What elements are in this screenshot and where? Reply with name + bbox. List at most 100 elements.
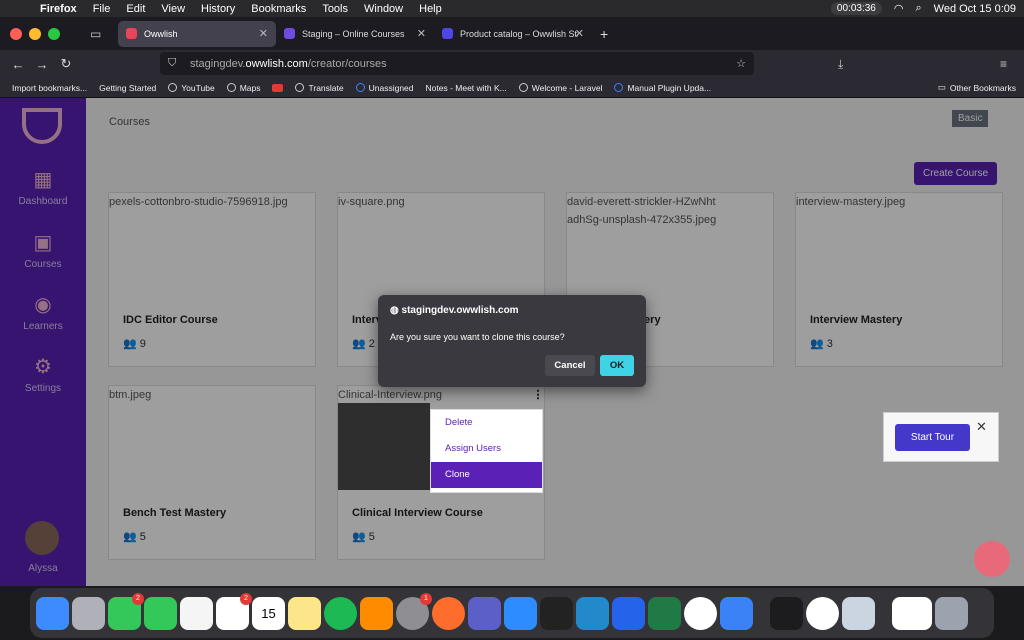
- close-tab-icon[interactable]: ✕: [417, 27, 426, 40]
- bookmark-label: Getting Started: [99, 82, 157, 93]
- trash-icon[interactable]: [935, 596, 968, 630]
- menu-tools[interactable]: Tools: [322, 3, 348, 15]
- start-tour-button[interactable]: Start Tour: [895, 424, 970, 451]
- web-viewport: ▦ Dashboard ▣ Courses ◉ Learners ⚙ Setti…: [0, 98, 1024, 586]
- url-prefix: stagingdev.: [190, 57, 246, 70]
- owl-icon: [355, 83, 365, 92]
- close-icon[interactable]: ✕: [976, 419, 987, 435]
- menu-item-assign-users[interactable]: Assign Users: [431, 436, 542, 462]
- menu-help[interactable]: Help: [419, 3, 442, 15]
- system-settings-icon[interactable]: 1: [396, 592, 432, 630]
- teamviewer-icon[interactable]: [806, 596, 839, 630]
- upwork-icon[interactable]: [540, 596, 573, 630]
- bookmark-item[interactable]: [272, 83, 284, 92]
- bookmark-item[interactable]: YouTube: [168, 83, 215, 93]
- close-window-button[interactable]: [10, 27, 22, 40]
- minimize-window-button[interactable]: [29, 27, 41, 40]
- chat-icon[interactable]: [974, 541, 1010, 577]
- tab-owwlish[interactable]: Owwlish ✕: [118, 20, 276, 47]
- catalog-favicon-icon: [442, 28, 453, 39]
- forward-arrow-icon[interactable]: →: [30, 57, 54, 72]
- url-bar[interactable]: stagingdev. owwlish.com/creator/courses ⛉…: [160, 52, 754, 75]
- menu-view[interactable]: View: [161, 3, 185, 15]
- bookmark-item[interactable]: Import bookmarks...: [12, 83, 87, 93]
- zoom-icon[interactable]: [504, 596, 537, 630]
- teams-icon[interactable]: [468, 596, 501, 630]
- macos-dock: 2 2 15 1: [30, 588, 994, 638]
- slack-icon[interactable]: 2: [216, 592, 252, 630]
- back-arrow-icon[interactable]: ←: [6, 57, 30, 72]
- bookmark-item[interactable]: Notes - Meet with K...: [426, 83, 507, 93]
- menu-file[interactable]: File: [93, 3, 111, 15]
- bookmark-item[interactable]: Unassigned: [355, 83, 414, 93]
- star-icon[interactable]: ☆: [736, 57, 746, 70]
- bookmark-label: Import bookmarks...: [12, 82, 88, 93]
- audio-icon[interactable]: [770, 596, 803, 630]
- zoom-window-button[interactable]: [48, 27, 60, 40]
- vlc-icon[interactable]: [360, 596, 393, 630]
- menu-app-name[interactable]: Firefox: [40, 3, 77, 15]
- finder-icon[interactable]: [36, 596, 69, 630]
- vscode-icon[interactable]: [576, 596, 609, 630]
- wifi-icon[interactable]: ◠: [894, 2, 904, 15]
- recording-timer[interactable]: 00:03:36: [830, 2, 882, 15]
- bookmark-item[interactable]: Translate: [295, 82, 344, 93]
- calendar-icon[interactable]: 15: [252, 596, 285, 630]
- browser-navbar: ← → ↻ stagingdev. owwlish.com/creator/cou…: [0, 50, 1024, 78]
- close-tab-icon[interactable]: ✕: [575, 27, 584, 40]
- menu-item-clone[interactable]: Clone: [431, 462, 542, 488]
- shield-icon[interactable]: ⛉: [168, 57, 176, 70]
- dialog-message: Are you sure you want to clone this cour…: [390, 332, 565, 342]
- tour-widget: Start Tour ✕: [883, 412, 999, 462]
- menu-item-delete[interactable]: Delete: [431, 410, 542, 436]
- bookmark-label: Translate: [308, 82, 344, 93]
- chrome-icon[interactable]: [684, 596, 717, 630]
- tasks-icon[interactable]: [720, 596, 753, 630]
- reload-icon[interactable]: ↻: [54, 56, 78, 72]
- messages-icon[interactable]: [144, 596, 177, 630]
- tab-product-catalog[interactable]: Product catalog – Owwlish Stag ✕: [434, 21, 592, 47]
- window-thumbnail[interactable]: [892, 596, 932, 630]
- other-bookmarks[interactable]: ▭ Other Bookmarks: [938, 82, 1016, 93]
- new-tab-icon[interactable]: +: [600, 26, 608, 42]
- notes-icon[interactable]: [288, 596, 321, 630]
- bookmark-item[interactable]: Getting Started: [99, 83, 156, 93]
- menu-edit[interactable]: Edit: [126, 3, 145, 15]
- globe-icon: [295, 83, 305, 92]
- facetime-icon[interactable]: 2: [108, 592, 144, 630]
- dialog-host: ◍ stagingdev.owwlish.com: [390, 305, 519, 316]
- globe-icon: ◍: [390, 305, 402, 316]
- url-path: /creator/courses: [307, 57, 387, 70]
- tab-staging[interactable]: Staging – Online Courses ✕: [276, 21, 434, 47]
- bookmark-item[interactable]: Maps: [226, 83, 260, 93]
- tab-overview-icon[interactable]: ▭: [90, 27, 110, 41]
- search-icon[interactable]: ⌕: [915, 2, 921, 15]
- launchpad-icon[interactable]: [72, 596, 105, 630]
- status-area: 00:03:36 ◠ ⌕ Wed Oct 15 0:09: [830, 0, 1016, 17]
- preview-icon[interactable]: [842, 596, 875, 630]
- close-tab-icon[interactable]: ✕: [259, 27, 268, 40]
- firefox-icon[interactable]: [432, 596, 465, 630]
- photos-icon[interactable]: [180, 596, 213, 630]
- download-icon[interactable]: ⤓: [838, 57, 843, 72]
- browser-tabbar: ▭ Owwlish ✕ Staging – Online Courses ✕ P…: [0, 17, 1024, 50]
- staging-favicon-icon: [284, 28, 295, 39]
- bookmark-item[interactable]: Manual Plugin Upda...: [614, 83, 711, 93]
- bookmark-item[interactable]: Welcome - Laravel: [518, 83, 602, 93]
- clock[interactable]: Wed Oct 15 0:09: [934, 3, 1016, 15]
- owwlish-favicon-icon: [126, 28, 137, 39]
- dialog-host-text: stagingdev.owwlish.com: [401, 305, 519, 316]
- macos-menubar: Firefox File Edit View History Bookmarks…: [0, 0, 1024, 17]
- confirm-dialog: ◍ stagingdev.owwlish.com Are you sure yo…: [378, 295, 646, 387]
- menu-bookmarks[interactable]: Bookmarks: [251, 3, 306, 15]
- menu-window[interactable]: Window: [364, 3, 403, 15]
- cancel-button[interactable]: Cancel: [545, 355, 595, 376]
- bookmark-label: Other Bookmarks: [949, 82, 1016, 93]
- owwlish-app-icon[interactable]: [612, 596, 645, 630]
- ok-button[interactable]: OK: [600, 355, 634, 376]
- menu-history[interactable]: History: [201, 3, 235, 15]
- globe-icon: [518, 83, 528, 92]
- spotify-icon[interactable]: [324, 596, 357, 630]
- excel-icon[interactable]: [648, 596, 681, 630]
- menu-icon[interactable]: ≡: [1000, 57, 1007, 71]
